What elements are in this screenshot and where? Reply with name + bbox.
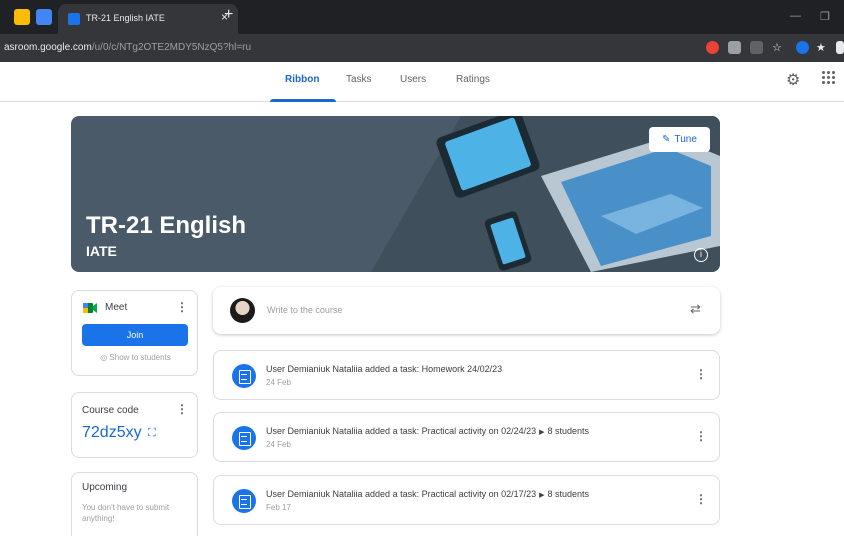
upcoming-text: You don't have to submit anything!: [82, 503, 170, 523]
course-code-label: Course code: [82, 405, 139, 416]
pencil-icon: ✎: [662, 134, 671, 145]
arrow-right-icon: ▶: [539, 492, 545, 499]
star-icon[interactable]: ☆: [772, 41, 785, 54]
fullscreen-icon[interactable]: ⛶: [148, 427, 156, 440]
more-vert-icon[interactable]: ⋮: [176, 402, 188, 416]
course-title: TR-21 English: [86, 212, 247, 239]
arrow-right-icon: ▶: [539, 429, 545, 436]
profile-icon[interactable]: [796, 41, 809, 54]
url-path: /u/0/c/NTg2OTE2MDY5NzQ5?hl=ru: [91, 42, 252, 53]
repost-icon[interactable]: ⇄: [690, 301, 701, 317]
url-text[interactable]: asroom.google.com/u/0/c/NTg2OTE2MDY5NzQ5…: [4, 42, 251, 53]
upcoming-label: Upcoming: [82, 482, 128, 493]
tab-tasks[interactable]: Tasks: [346, 74, 372, 85]
meet-label: Meet: [105, 302, 128, 313]
more-vert-icon[interactable]: ⋮: [695, 367, 707, 381]
tab-ratings[interactable]: Ratings: [456, 74, 490, 85]
avatar: [230, 298, 255, 323]
course-code-card: Course code ⋮ 72dz5xy ⛶: [71, 392, 198, 458]
new-tab-icon[interactable]: +: [224, 6, 233, 24]
post-text: User Demianiuk Nataliia added a task: Pr…: [266, 426, 537, 436]
minimize-icon[interactable]: —: [790, 10, 801, 22]
tab-users[interactable]: Users: [400, 74, 426, 85]
assignment-icon: [232, 364, 256, 388]
url-host: asroom.google.com: [4, 42, 92, 53]
banner-illustration: [371, 116, 720, 272]
upcoming-card: Upcoming You don't have to submit anythi…: [71, 472, 198, 536]
browser-tab[interactable]: TR-21 English IATE ×: [58, 4, 238, 34]
eye-icon: ◎: [100, 353, 108, 362]
tab-title: TR-21 English IATE: [86, 13, 165, 23]
active-tab-indicator: [270, 99, 336, 102]
meet-card: Meet ⋮ Join ◎ Show to students: [71, 290, 198, 376]
join-button[interactable]: Join: [82, 324, 188, 346]
tab-favicon-icon[interactable]: [36, 9, 52, 25]
address-bar[interactable]: asroom.google.com/u/0/c/NTg2OTE2MDY5NzQ5…: [0, 34, 844, 62]
apps-grid-icon[interactable]: [822, 71, 836, 85]
course-code-value: 72dz5xy: [82, 424, 142, 441]
post-date: 24 Feb: [266, 378, 291, 387]
show-to-students-label: Show to students: [109, 353, 171, 362]
assignment-icon: [232, 426, 256, 450]
extensions-icon[interactable]: ★: [816, 41, 829, 54]
post-title: User Demianiuk Nataliia added a task: Pr…: [266, 426, 589, 436]
restore-icon[interactable]: ❐: [820, 10, 830, 23]
post-date: 24 Feb: [266, 440, 291, 449]
drive-icon[interactable]: [14, 9, 30, 25]
more-vert-icon[interactable]: ⋮: [695, 429, 707, 443]
more-vert-icon[interactable]: ⋮: [695, 492, 707, 506]
more-vert-icon[interactable]: ⋮: [176, 300, 188, 314]
show-to-students[interactable]: ◎ Show to students: [72, 353, 199, 362]
stream-post[interactable]: User Demianiuk Nataliia added a task: Pr…: [213, 475, 720, 525]
tune-button[interactable]: ✎ Tune: [649, 127, 710, 152]
classroom-icon: [68, 13, 80, 25]
classroom-nav: Ribbon Tasks Users Ratings ⚙: [0, 62, 844, 102]
post-audience: 8 students: [547, 426, 590, 436]
share-icon[interactable]: [750, 41, 763, 54]
assignment-icon: [232, 489, 256, 513]
gear-icon[interactable]: ⚙: [786, 70, 800, 90]
browser-tab-bar: TR-21 English IATE × + — ❐: [0, 0, 844, 34]
tune-label: Tune: [674, 134, 697, 145]
tab-ribbon[interactable]: Ribbon: [285, 74, 319, 85]
post-audience: 8 students: [547, 489, 590, 499]
info-icon[interactable]: i: [694, 248, 708, 262]
translate-icon[interactable]: [728, 41, 741, 54]
google-icon[interactable]: [706, 41, 719, 54]
course-subtitle: IATE: [86, 243, 117, 259]
post-title: User Demianiuk Nataliia added a task: Ho…: [266, 364, 502, 374]
course-banner: TR-21 English IATE ✎ Tune i: [71, 116, 720, 272]
compose-placeholder[interactable]: Write to the course: [267, 305, 342, 315]
meet-icon: [83, 303, 97, 313]
post-text: User Demianiuk Nataliia added a task: Pr…: [266, 489, 537, 499]
stream-post[interactable]: User Demianiuk Nataliia added a task: Pr…: [213, 412, 720, 462]
compose-box[interactable]: Write to the course ⇄: [213, 287, 720, 334]
post-date: Feb 17: [266, 503, 291, 512]
stream-post[interactable]: User Demianiuk Nataliia added a task: Ho…: [213, 350, 720, 400]
post-text: User Demianiuk Nataliia added a task: Ho…: [266, 364, 503, 374]
sidepanel-icon[interactable]: [836, 41, 844, 54]
post-title: User Demianiuk Nataliia added a task: Pr…: [266, 489, 589, 499]
